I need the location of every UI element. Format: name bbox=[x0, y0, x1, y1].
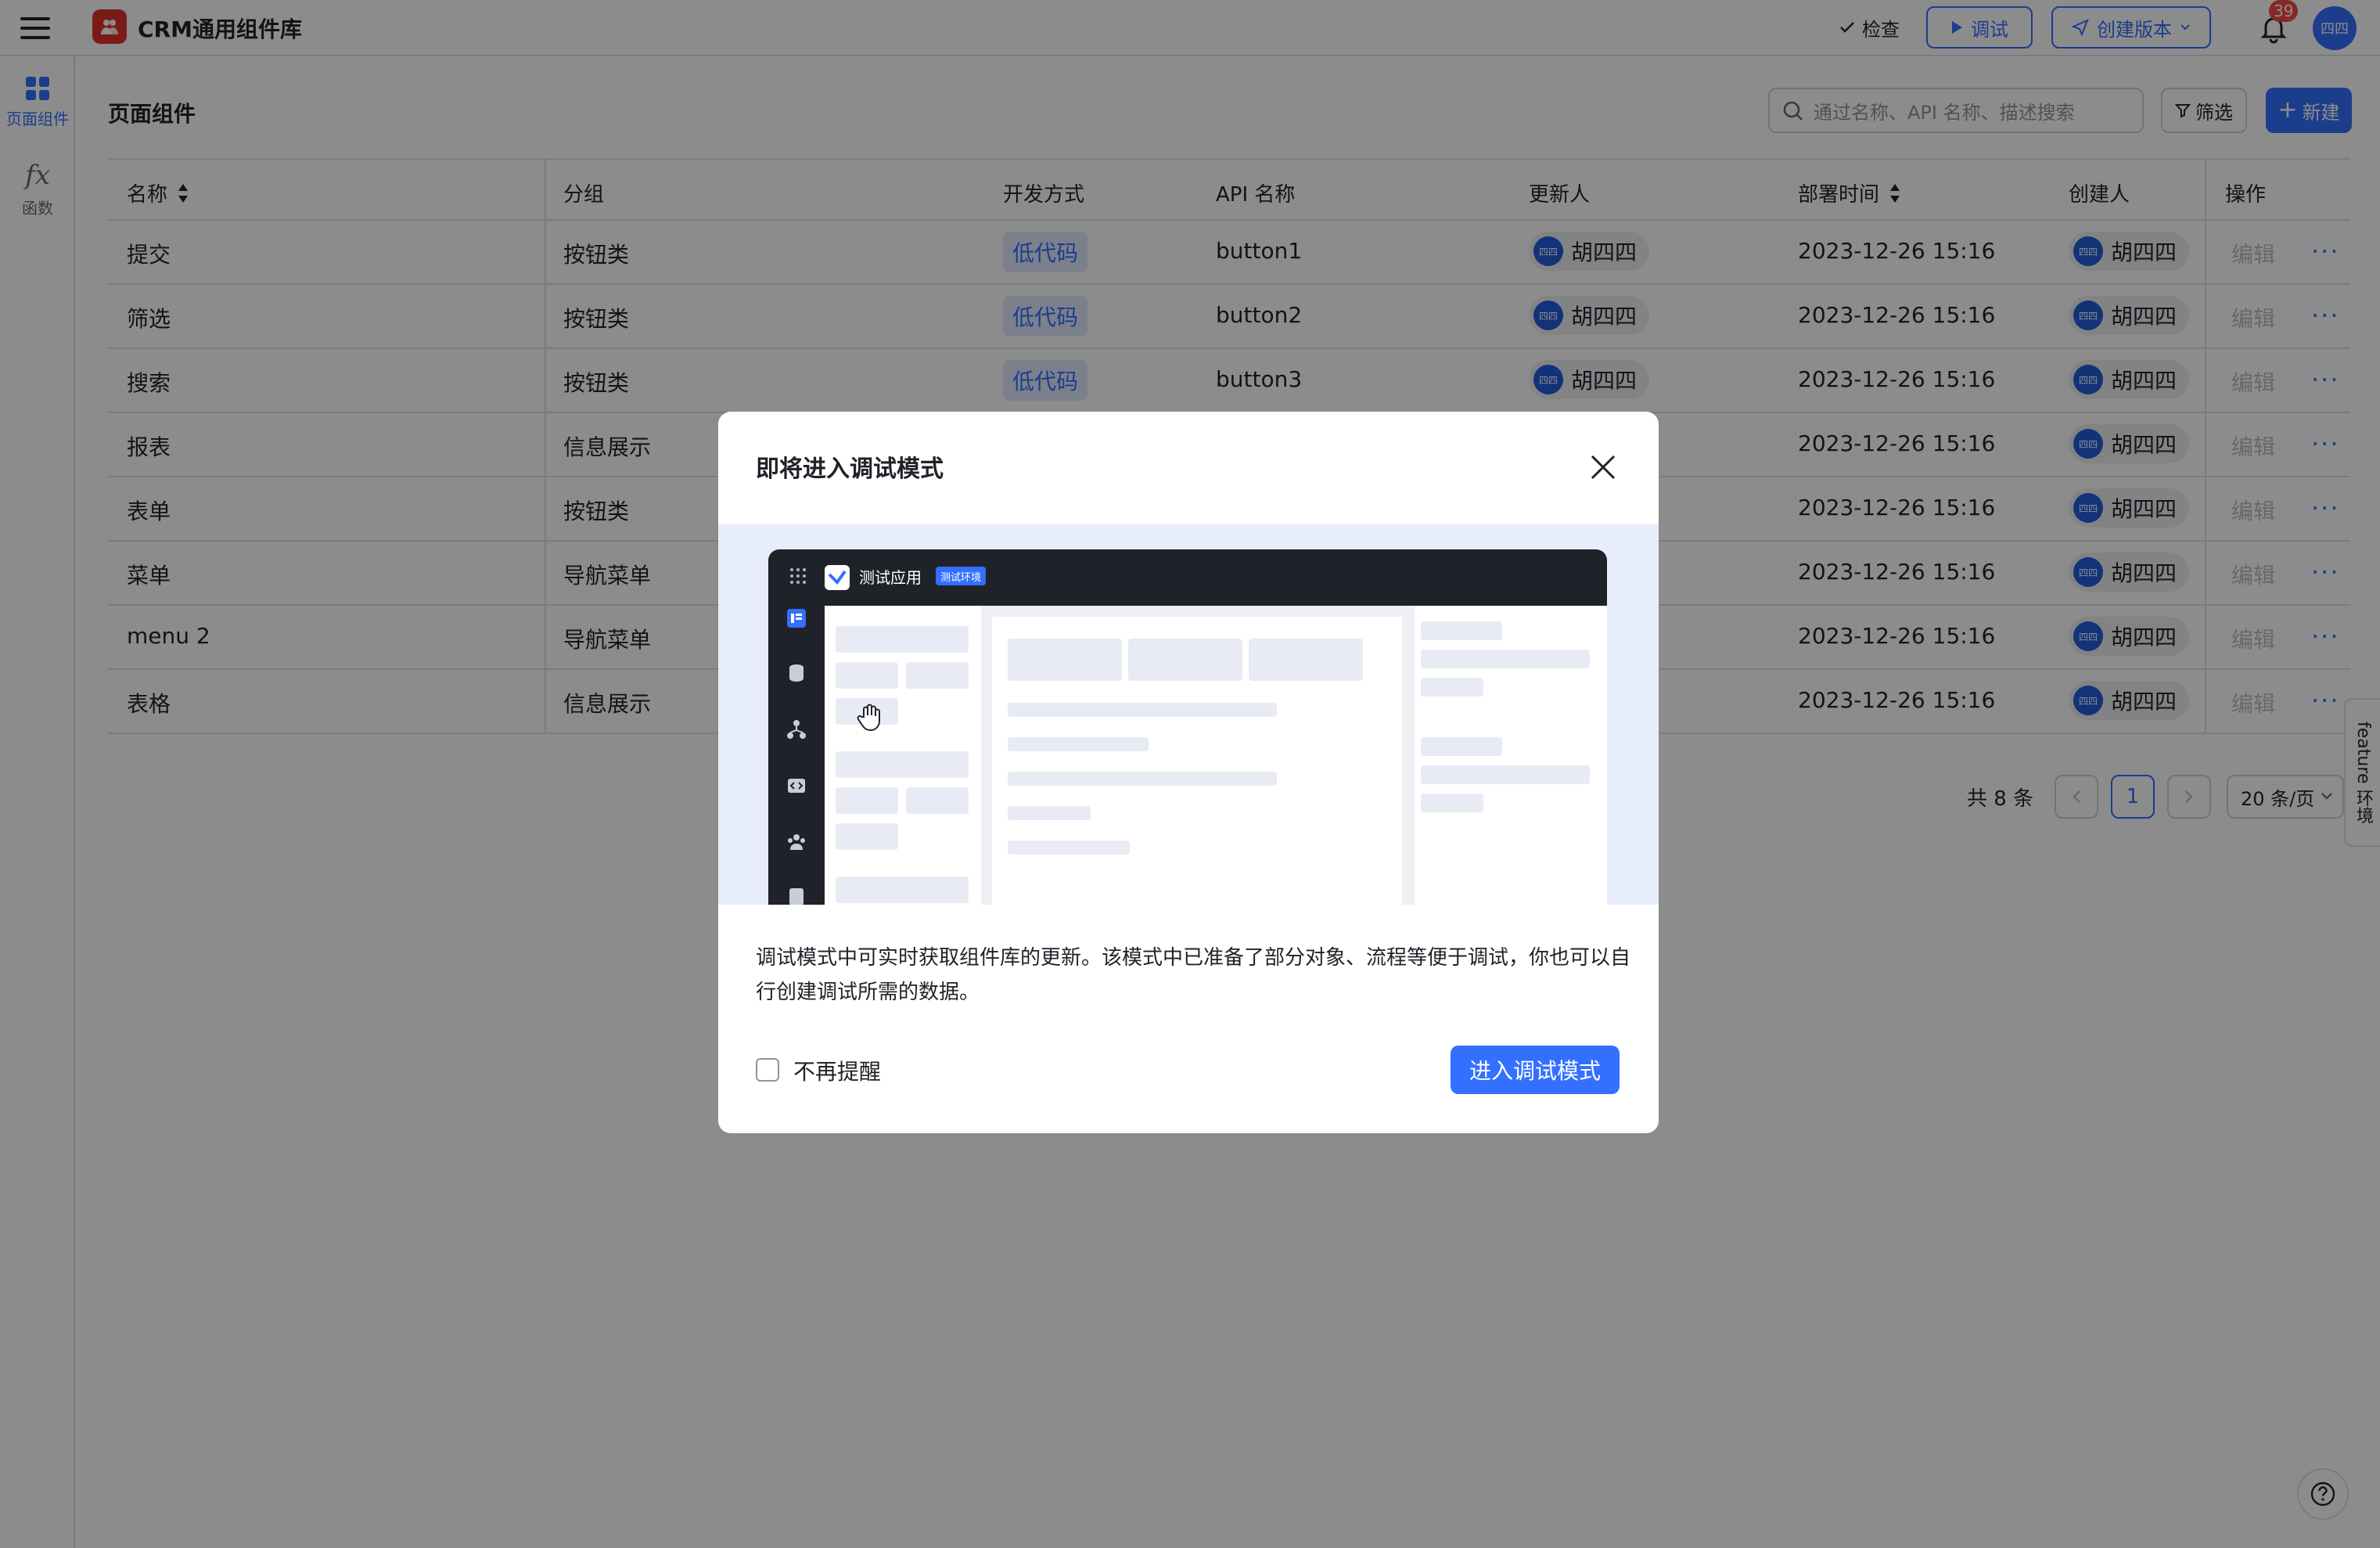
debug-preview-illustration: 测试应用 测试环境 bbox=[718, 524, 1659, 905]
enter-debug-mode-button[interactable]: 进入调试模式 bbox=[1451, 1046, 1620, 1094]
mock-app-window: 测试应用 测试环境 bbox=[768, 549, 1607, 905]
list-icon bbox=[787, 609, 806, 628]
dialog-title: 即将进入调试模式 bbox=[756, 455, 944, 483]
dialog-description: 调试模式中可实时获取组件库的更新。该模式中已准备了部分对象、流程等便于调试，你也… bbox=[756, 946, 1631, 1004]
mock-app-logo bbox=[825, 565, 850, 590]
dont-remind-label[interactable]: 不再提醒 bbox=[793, 1055, 881, 1086]
mock-sidebar bbox=[768, 606, 825, 905]
code-icon bbox=[788, 779, 805, 793]
dont-remind-checkbox[interactable] bbox=[756, 1058, 779, 1082]
mock-env-tag: 测试环境 bbox=[936, 567, 987, 585]
close-icon[interactable] bbox=[1588, 452, 1618, 482]
debug-mode-dialog: 即将进入调试模式 测试应用 测试环境 调试模式中可实时获取组件库的更新。该模式中… bbox=[718, 412, 1659, 1133]
document-icon bbox=[789, 888, 804, 905]
flow-icon bbox=[787, 720, 806, 739]
users-icon bbox=[788, 834, 805, 850]
mock-app-name: 测试应用 bbox=[859, 568, 922, 587]
mock-content bbox=[826, 606, 1607, 905]
database-icon bbox=[789, 664, 804, 682]
hand-cursor-icon bbox=[857, 704, 880, 732]
apps-grid-icon bbox=[790, 568, 806, 584]
